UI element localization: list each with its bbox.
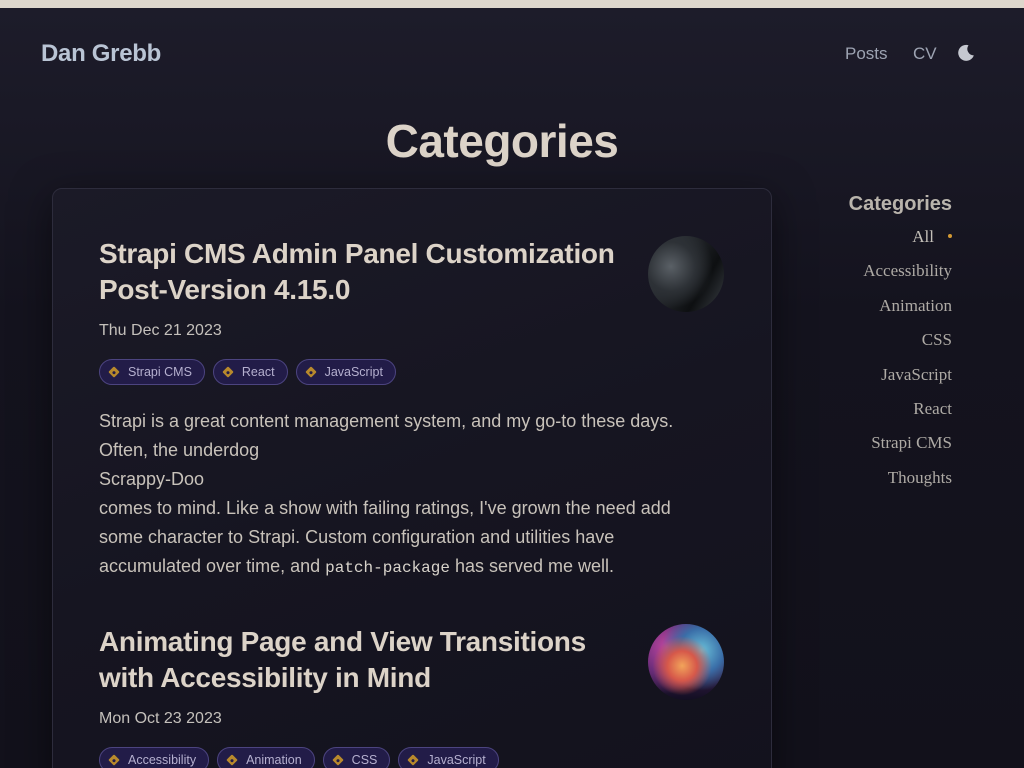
sidebar-item-all[interactable]: All — [792, 227, 952, 261]
categories-sidebar: Categories All Accessibility Animation C… — [792, 193, 952, 502]
nav-posts-link[interactable]: Posts — [845, 44, 888, 64]
tag-javascript[interactable]: JavaScript — [398, 747, 499, 768]
tag-icon — [332, 754, 344, 766]
tag-javascript[interactable]: JavaScript — [295, 359, 396, 385]
inline-code: patch-package — [325, 559, 450, 577]
excerpt-line: Strapi is a great content management sys… — [99, 411, 674, 460]
sidebar-item-accessibility[interactable]: Accessibility — [792, 261, 952, 295]
sidebar-item-javascript[interactable]: JavaScript — [792, 365, 952, 399]
post-tags: Accessibility Animation CSS JavaScript — [99, 747, 724, 768]
post-title-link[interactable]: Strapi CMS Admin Panel Customization Pos… — [99, 236, 629, 308]
tag-label: JavaScript — [427, 753, 486, 767]
sidebar-item-thoughts[interactable]: Thoughts — [792, 468, 952, 502]
post-date: Mon Oct 23 2023 — [99, 710, 222, 727]
tag-label: JavaScript — [324, 365, 383, 379]
site-title-link[interactable]: Dan Grebb — [41, 40, 161, 68]
tag-strapi-cms[interactable]: Strapi CMS — [99, 359, 205, 385]
tag-label: CSS — [351, 753, 378, 767]
tag-icon — [226, 754, 238, 766]
tag-accessibility[interactable]: Accessibility — [99, 747, 210, 768]
site-header: Dan Grebb Posts CV — [0, 8, 1024, 100]
tag-icon — [222, 366, 234, 378]
excerpt-text: has served me well. — [449, 556, 615, 576]
tag-label: Strapi CMS — [128, 365, 192, 379]
tag-label: Animation — [246, 753, 302, 767]
page-title: Categories — [385, 115, 619, 167]
post-excerpt: Strapi is a great content management sys… — [99, 407, 709, 583]
sidebar-title: Categories — [848, 193, 952, 215]
post-thumbnail[interactable] — [648, 624, 724, 700]
post-item: Strapi CMS Admin Panel Customization Pos… — [99, 236, 724, 583]
post-thumbnail[interactable] — [648, 236, 724, 312]
theme-toggle-button[interactable] — [956, 43, 976, 63]
top-accent-strip — [0, 0, 1024, 8]
post-date: Thu Dec 21 2023 — [99, 322, 222, 339]
tag-icon — [407, 754, 420, 766]
tag-label: Accessibility — [128, 753, 197, 767]
sidebar-item-react[interactable]: React — [792, 399, 952, 433]
nav-cv-link[interactable]: CV — [913, 44, 937, 64]
moon-icon — [958, 44, 974, 61]
tag-icon — [108, 366, 120, 378]
tag-css[interactable]: CSS — [322, 747, 391, 768]
sidebar-item-animation[interactable]: Animation — [792, 296, 952, 330]
post-title-link[interactable]: Animating Page and View Transitions with… — [99, 624, 629, 696]
excerpt-line: Scrappy-Doo — [99, 469, 205, 489]
tag-label: React — [241, 365, 275, 379]
post-tags: Strapi CMS React JavaScript — [99, 359, 724, 385]
excerpt-line: comes to mind. Like a show with failing … — [99, 494, 709, 583]
active-indicator-dot — [948, 234, 952, 239]
post-item: Animating Page and View Transitions with… — [99, 624, 724, 768]
sidebar-item-strapi-cms[interactable]: Strapi CMS — [792, 433, 952, 467]
tag-icon — [304, 366, 317, 378]
sidebar-item-css[interactable]: CSS — [792, 330, 952, 364]
tag-animation[interactable]: Animation — [217, 747, 315, 768]
sidebar-item-label: All — [912, 227, 934, 246]
tag-icon — [108, 754, 120, 766]
tag-react[interactable]: React — [212, 359, 288, 385]
